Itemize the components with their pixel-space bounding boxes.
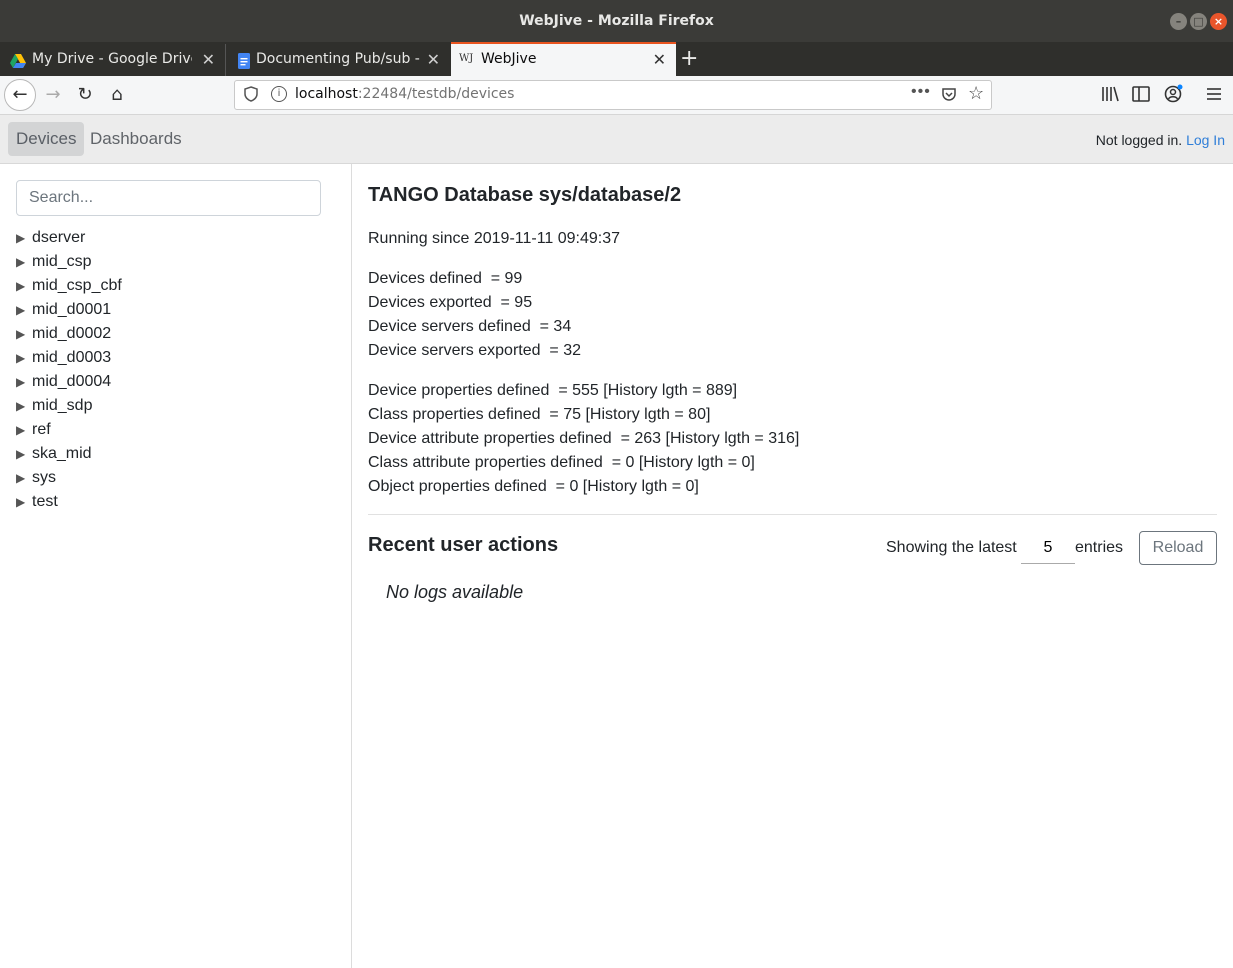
- library-icon[interactable]: [1100, 84, 1120, 104]
- stat-line: Class properties defined = 75 [History l…: [368, 406, 711, 423]
- tab-docs[interactable]: Documenting Pub/sub - G ✕: [226, 44, 450, 76]
- device-sidebar: ▶dserver▶mid_csp▶mid_csp_cbf▶mid_d0001▶m…: [0, 164, 352, 968]
- window-title: WebJive - Mozilla Firefox: [519, 13, 714, 29]
- tree-item-label: mid_sdp: [32, 397, 93, 414]
- url-bar[interactable]: i localhost:22484/testdb/devices ••• ☆: [234, 80, 992, 110]
- sidebar-toggle-icon[interactable]: [1131, 84, 1151, 104]
- tree-item-label: mid_csp: [32, 253, 92, 270]
- close-tab-icon[interactable]: ✕: [202, 50, 215, 69]
- tree-item-mid-csp-cbf[interactable]: ▶ mid_csp_cbf: [16, 274, 122, 298]
- nav-dashboards[interactable]: Dashboards: [82, 122, 190, 156]
- app-header: Devices Dashboards Not logged in. Log In: [0, 115, 1233, 164]
- expand-arrow-icon[interactable]: ▶: [16, 346, 32, 370]
- expand-arrow-icon[interactable]: ▶: [16, 298, 32, 322]
- tab-label: My Drive - Google Drive: [32, 51, 192, 67]
- tab-strip: My Drive - Google Drive ✕ Documenting Pu…: [0, 42, 1233, 76]
- no-logs-message: No logs available: [386, 582, 524, 602]
- showing-label: Showing the latest: [886, 539, 1017, 556]
- tab-label: WebJive: [481, 51, 537, 67]
- tree-item-label: ska_mid: [32, 445, 92, 462]
- entries-label: entries: [1075, 539, 1124, 556]
- tree-item-label: ref: [32, 421, 51, 438]
- expand-arrow-icon[interactable]: ▶: [16, 322, 32, 346]
- stat-line: Class attribute properties defined = 0 […: [368, 454, 755, 471]
- back-icon[interactable]: ←: [4, 79, 36, 111]
- stat-line: Devices exported = 95: [368, 294, 533, 311]
- entries-count-input[interactable]: [1021, 533, 1075, 564]
- tree-item-mid-d0004[interactable]: ▶ mid_d0004: [16, 370, 122, 394]
- device-tree: ▶ dserver ▶ mid_csp ▶ mid_csp_cbf ▶ mid_d0001 ▶ m…: [16, 226, 122, 514]
- login-status-text: Not logged in.: [1095, 132, 1183, 148]
- close-window-icon[interactable]: ×: [1210, 13, 1227, 30]
- home-icon[interactable]: ⌂: [104, 82, 130, 108]
- maximize-icon[interactable]: □: [1190, 13, 1207, 30]
- close-tab-icon[interactable]: ✕: [427, 50, 440, 69]
- page-title: TANGO Database sys/database/2: [368, 184, 682, 206]
- new-tab-icon[interactable]: +: [680, 46, 698, 71]
- tree-item-ref[interactable]: ▶ ref: [16, 418, 122, 442]
- recent-actions-title: Recent user actions: [368, 534, 559, 556]
- expand-arrow-icon[interactable]: ▶: [16, 274, 32, 298]
- expand-arrow-icon[interactable]: ▶: [16, 370, 32, 394]
- stat-line: Device attribute properties defined = 26…: [368, 430, 800, 447]
- tree-item-label: test: [32, 493, 58, 510]
- expand-arrow-icon[interactable]: ▶: [16, 250, 32, 274]
- tree-item-label: sys: [32, 469, 56, 486]
- url-text[interactable]: localhost:22484/testdb/devices: [295, 86, 514, 102]
- tab-google-drive[interactable]: My Drive - Google Drive ✕: [0, 44, 226, 76]
- tree-item-label: mid_d0002: [32, 325, 112, 342]
- bookmark-star-icon[interactable]: ☆: [968, 83, 984, 104]
- close-tab-icon[interactable]: ✕: [653, 50, 666, 69]
- menu-icon[interactable]: [1204, 84, 1224, 104]
- page-actions-icon[interactable]: •••: [911, 83, 931, 101]
- tracking-shield-icon[interactable]: [243, 86, 259, 102]
- tree-item-ska-mid[interactable]: ▶ ska_mid: [16, 442, 122, 466]
- tree-item-label: mid_d0004: [32, 373, 112, 390]
- stat-line: Object properties defined = 0 [History l…: [368, 478, 699, 495]
- login-status: Not logged in. Log In: [1096, 132, 1225, 148]
- browser-navbar: ← → ↻ ⌂ i localhost:22484/testdb/devices…: [0, 76, 1233, 115]
- site-info-icon[interactable]: i: [271, 86, 287, 102]
- google-docs-icon: [238, 53, 250, 69]
- webjive-icon: WJ: [459, 53, 474, 64]
- tree-item-dserver[interactable]: ▶ dserver: [16, 226, 122, 250]
- tree-item-test[interactable]: ▶ test: [16, 490, 122, 514]
- tree-item-sys[interactable]: ▶ sys: [16, 466, 122, 490]
- google-drive-icon: [10, 54, 26, 68]
- stat-line: Device properties defined = 555 [History…: [368, 382, 738, 399]
- expand-arrow-icon[interactable]: ▶: [16, 418, 32, 442]
- forward-icon[interactable]: →: [40, 82, 66, 108]
- expand-arrow-icon[interactable]: ▶: [16, 490, 32, 514]
- expand-arrow-icon[interactable]: ▶: [16, 394, 32, 418]
- expand-arrow-icon[interactable]: ▶: [16, 442, 32, 466]
- tree-item-label: dserver: [32, 229, 86, 246]
- pocket-icon[interactable]: [941, 86, 957, 102]
- window-titlebar: WebJive - Mozilla Firefox – □ ×: [0, 0, 1233, 42]
- stat-line: Devices defined = 99: [368, 270, 523, 287]
- nav-devices[interactable]: Devices: [8, 122, 85, 156]
- tree-item-label: mid_d0003: [32, 349, 112, 366]
- tree-item-mid-sdp[interactable]: ▶ mid_sdp: [16, 394, 122, 418]
- expand-arrow-icon[interactable]: ▶: [16, 226, 32, 250]
- search-input[interactable]: [16, 180, 321, 216]
- tree-item-label: mid_csp_cbf: [32, 277, 122, 294]
- tree-item-mid-csp[interactable]: ▶ mid_csp: [16, 250, 122, 274]
- running-since: Running since 2019-11-11 09:49:37: [368, 230, 621, 247]
- tree-item-mid-d0002[interactable]: ▶ mid_d0002: [16, 322, 122, 346]
- account-icon[interactable]: [1163, 84, 1183, 104]
- section-divider: [368, 514, 1217, 515]
- reload-icon[interactable]: ↻: [72, 82, 98, 108]
- tab-webjive[interactable]: WJ WebJive ✕: [451, 42, 676, 76]
- tree-item-label: mid_d0001: [32, 301, 112, 318]
- stat-line: Device servers defined = 34: [368, 318, 572, 335]
- expand-arrow-icon[interactable]: ▶: [16, 466, 32, 490]
- reload-button[interactable]: Reload: [1139, 531, 1217, 565]
- login-link[interactable]: Log In: [1186, 132, 1225, 148]
- minimize-icon[interactable]: –: [1170, 13, 1187, 30]
- tree-item-mid-d0001[interactable]: ▶ mid_d0001: [16, 298, 122, 322]
- stat-line: Device servers exported = 32: [368, 342, 581, 359]
- tab-label: Documenting Pub/sub - G: [256, 51, 422, 67]
- tree-item-mid-d0003[interactable]: ▶ mid_d0003: [16, 346, 122, 370]
